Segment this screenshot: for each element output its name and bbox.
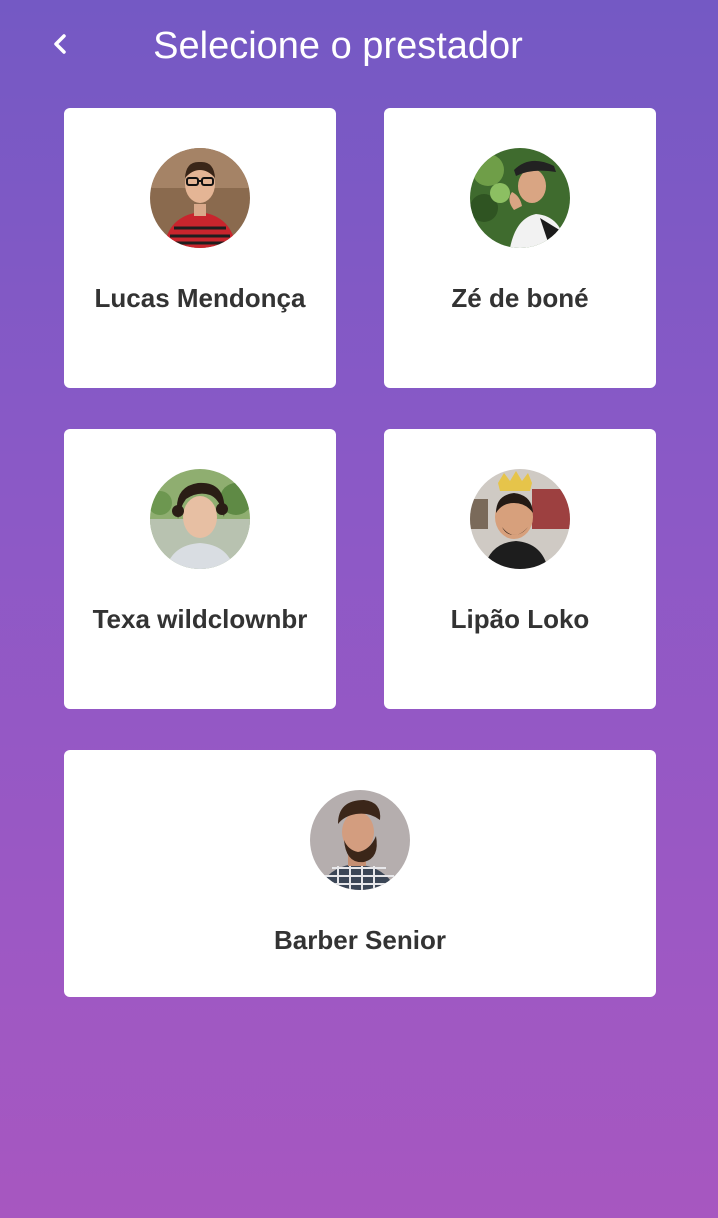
provider-name: Lipão Loko	[450, 604, 590, 634]
provider-card-barber-senior[interactable]: Barber Senior	[64, 750, 656, 997]
provider-name: Barber Senior	[274, 925, 446, 955]
avatar	[150, 469, 250, 569]
avatar	[470, 148, 570, 248]
header: Selecione o prestador	[0, 0, 718, 92]
provider-name: Texa wildclownbr	[92, 604, 308, 634]
provider-card-ze-de-bone[interactable]: Zé de boné	[384, 108, 656, 388]
provider-card-lipao-loko[interactable]: Lipão Loko	[384, 429, 656, 709]
provider-card-lucas-mendonca[interactable]: Lucas Mendonça	[64, 108, 336, 388]
avatar	[310, 790, 410, 890]
avatar	[150, 148, 250, 248]
provider-card-texa-wildclownbr[interactable]: Texa wildclownbr	[64, 429, 336, 709]
provider-name: Lucas Mendonça	[94, 283, 306, 313]
provider-name: Zé de boné	[451, 283, 589, 313]
page-title: Selecione o prestador	[153, 25, 523, 67]
avatar	[470, 469, 570, 569]
